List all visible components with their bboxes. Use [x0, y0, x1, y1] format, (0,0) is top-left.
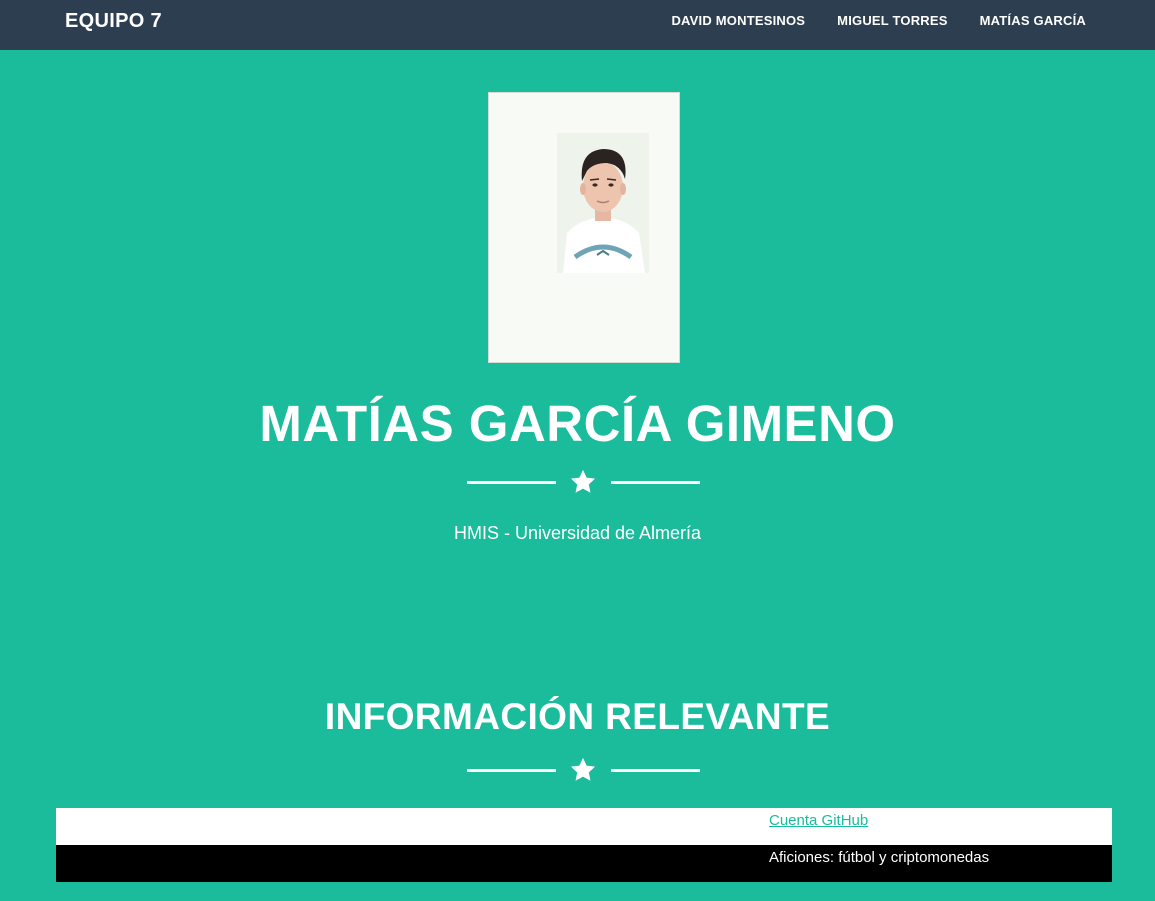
table-row: Cuenta GitHub — [56, 808, 1112, 845]
table-row: Aficiones: fútbol y criptomonedas — [56, 845, 1112, 882]
brand-link[interactable]: EQUIPO 7 — [65, 10, 162, 33]
hero-divider — [467, 467, 700, 497]
section-title: INFORMACIÓN RELEVANTE — [324, 696, 831, 737]
divider-line-right — [611, 769, 700, 772]
divider-line-right — [611, 481, 700, 484]
star-icon — [570, 469, 596, 493]
nav-link-david-montesinos[interactable]: DAVID MONTESINOS — [671, 13, 805, 28]
nav-links: DAVID MONTESINOS MIGUEL TORRES MATÍAS GA… — [671, 13, 1086, 28]
hobbies-text: Aficiones: fútbol y criptomonedas — [769, 849, 990, 866]
info-table: Cuenta GitHub Aficiones: fútbol y cripto… — [56, 808, 1112, 882]
github-link[interactable]: Cuenta GitHub — [769, 812, 868, 829]
nav-link-matias-garcia[interactable]: MATÍAS GARCÍA — [980, 13, 1086, 28]
star-icon — [570, 757, 596, 781]
navbar: EQUIPO 7 DAVID MONTESINOS MIGUEL TORRES … — [0, 0, 1155, 50]
nav-link-miguel-torres[interactable]: MIGUEL TORRES — [837, 13, 947, 28]
portrait-image — [557, 133, 649, 273]
profile-name: MATÍAS GARCÍA GIMENO — [259, 395, 896, 452]
section-divider — [467, 755, 700, 785]
divider-line-left — [467, 769, 556, 772]
profile-subtitle: HMIS - Universidad de Almería — [453, 523, 702, 543]
profile-photo — [488, 92, 680, 363]
divider-line-left — [467, 481, 556, 484]
